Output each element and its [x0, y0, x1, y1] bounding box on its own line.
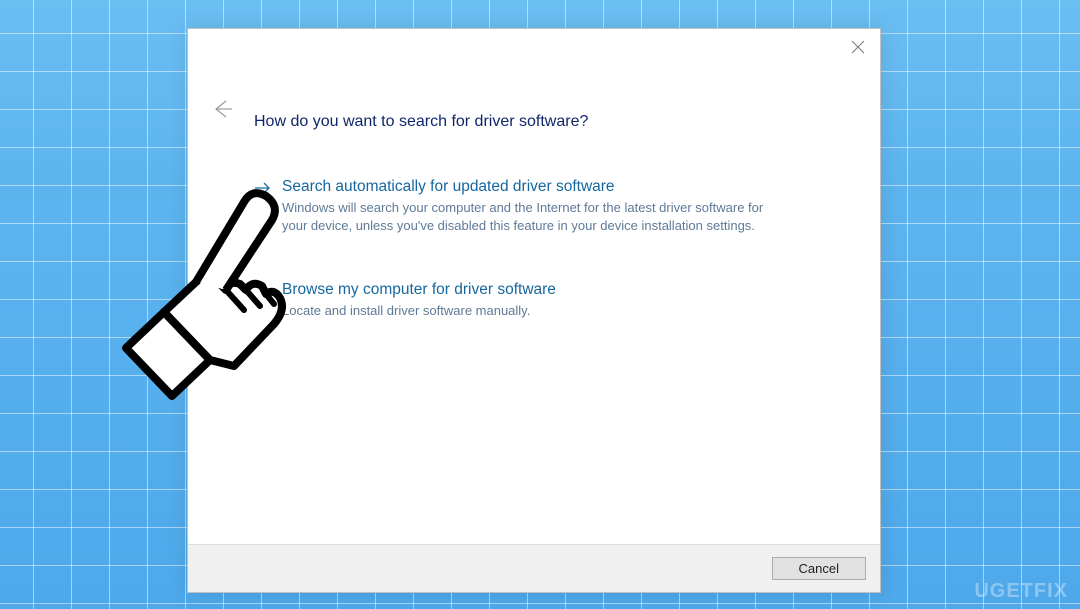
titlebar — [188, 29, 880, 65]
close-button[interactable] — [850, 39, 866, 55]
option-browse-computer[interactable]: Browse my computer for driver software L… — [254, 280, 814, 320]
dialog-footer: Cancel — [188, 544, 880, 592]
option-title: Search automatically for updated driver … — [282, 177, 814, 197]
back-arrow-icon — [208, 95, 236, 123]
back-button[interactable] — [208, 95, 236, 123]
option-desc: Windows will search your computer and th… — [282, 199, 782, 234]
arrow-right-icon — [254, 282, 272, 300]
option-desc: Locate and install driver software manua… — [282, 302, 782, 320]
option-search-automatically[interactable]: Search automatically for updated driver … — [254, 177, 814, 234]
dialog-heading: How do you want to search for driver sof… — [254, 113, 824, 131]
watermark: UGETFIX — [974, 580, 1068, 603]
arrow-right-icon — [254, 179, 272, 197]
dialog-content: How do you want to search for driver sof… — [188, 65, 880, 544]
cancel-button[interactable]: Cancel — [772, 557, 866, 580]
option-text: Search automatically for updated driver … — [282, 177, 814, 234]
close-icon — [850, 39, 866, 55]
option-title: Browse my computer for driver software — [282, 280, 814, 300]
option-text: Browse my computer for driver software L… — [282, 280, 814, 320]
driver-update-dialog: How do you want to search for driver sof… — [187, 28, 881, 593]
